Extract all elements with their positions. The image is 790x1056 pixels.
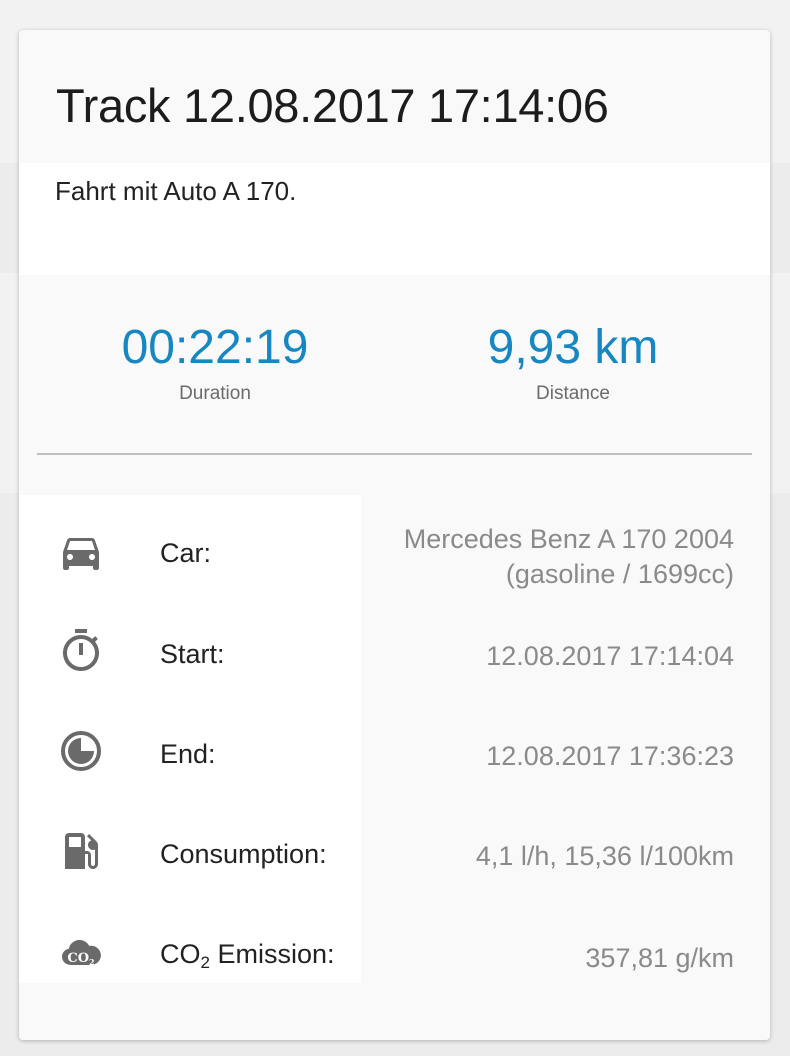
clock-icon: [57, 727, 105, 775]
car-model: Mercedes Benz A 170 2004: [403, 524, 734, 554]
co2-label-suffix: Emission:: [209, 939, 335, 969]
fuel-pump-icon: [57, 827, 105, 875]
track-detail-card: Track 12.08.2017 17:14:06 Fahrt mit Auto…: [19, 30, 770, 1040]
start-label: Start:: [160, 639, 225, 669]
end-label: End:: [160, 739, 216, 769]
duration-value: 00:22:19: [121, 321, 309, 374]
end-value: 12.08.2017 17:36:23: [486, 741, 734, 771]
consumption-label: Consumption:: [160, 839, 327, 869]
start-value: 12.08.2017 17:14:04: [486, 641, 734, 671]
distance-label: Distance: [536, 383, 610, 404]
track-title: Track 12.08.2017 17:14:06: [56, 79, 609, 132]
car-icon: [57, 528, 105, 576]
co2-label-subscript: 2: [200, 953, 210, 972]
duration-label: Duration: [179, 383, 251, 404]
consumption-value: 4,1 l/h, 15,36 l/100km: [475, 841, 734, 871]
track-description: Fahrt mit Auto A 170.: [55, 176, 297, 206]
car-engine: (gasoline / 1699cc): [505, 559, 734, 589]
distance-value: 9,93 km: [487, 321, 659, 374]
co2-cloud-icon: CO2: [57, 927, 105, 975]
stopwatch-icon: [57, 627, 105, 675]
co2-label-prefix: CO: [160, 939, 201, 969]
co2-value: 357,81 g/km: [585, 943, 734, 973]
duration-stat: 00:22:19 Duration: [65, 320, 365, 405]
stats-divider: [37, 453, 752, 455]
car-label: Car:: [160, 538, 212, 568]
co2-label: CO2 Emission:: [160, 939, 335, 973]
car-value: Mercedes Benz A 170 2004 (gasoline / 169…: [404, 522, 734, 592]
distance-stat: 9,93 km Distance: [423, 320, 723, 405]
